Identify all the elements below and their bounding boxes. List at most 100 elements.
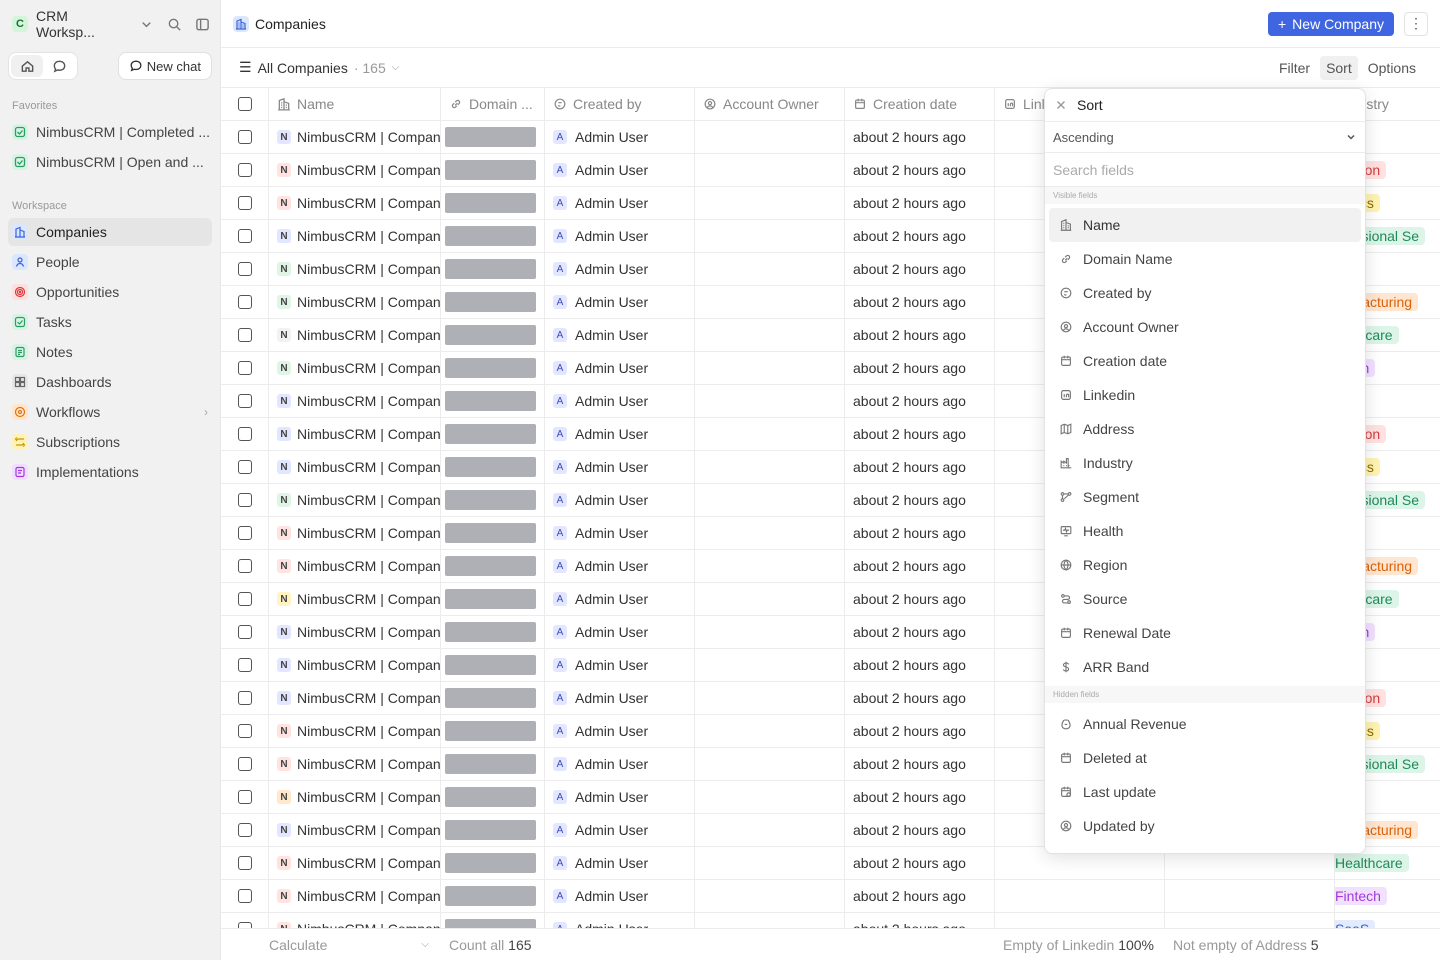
company-name-cell[interactable]: N NimbusCRM | Compan...: [269, 748, 441, 780]
created-by-cell[interactable]: A Admin User: [545, 715, 695, 747]
domain-cell[interactable]: [441, 385, 545, 417]
sidebar-item-subscriptions[interactable]: Subscriptions: [8, 428, 212, 456]
creation-date-cell[interactable]: about 2 hours ago: [845, 715, 995, 747]
sort-field-updated-by[interactable]: Updated by: [1049, 809, 1361, 843]
chevron-right-icon[interactable]: ›: [204, 405, 208, 419]
row-checkbox[interactable]: [221, 517, 269, 549]
row-checkbox[interactable]: [221, 484, 269, 516]
creation-date-cell[interactable]: about 2 hours ago: [845, 418, 995, 450]
row-checkbox[interactable]: [221, 154, 269, 186]
created-by-cell[interactable]: A Admin User: [545, 781, 695, 813]
account-owner-cell[interactable]: [695, 418, 845, 450]
domain-cell[interactable]: [441, 187, 545, 219]
creation-date-cell[interactable]: about 2 hours ago: [845, 385, 995, 417]
industry-cell[interactable]: Fintech: [1335, 880, 1440, 912]
created-by-cell[interactable]: A Admin User: [545, 484, 695, 516]
created-by-cell[interactable]: A Admin User: [545, 682, 695, 714]
account-owner-cell[interactable]: [695, 616, 845, 648]
creation-date-cell[interactable]: about 2 hours ago: [845, 847, 995, 879]
account-owner-cell[interactable]: [695, 253, 845, 285]
created-by-cell[interactable]: A Admin User: [545, 451, 695, 483]
account-owner-cell[interactable]: [695, 517, 845, 549]
creation-date-cell[interactable]: about 2 hours ago: [845, 649, 995, 681]
row-checkbox[interactable]: [221, 385, 269, 417]
sort-field-linkedin[interactable]: Linkedin: [1049, 378, 1361, 412]
account-owner-cell[interactable]: [695, 154, 845, 186]
company-name-cell[interactable]: N NimbusCRM | Compan...: [269, 319, 441, 351]
created-by-cell[interactable]: A Admin User: [545, 517, 695, 549]
creation-date-cell[interactable]: about 2 hours ago: [845, 583, 995, 615]
row-checkbox[interactable]: [221, 715, 269, 747]
chat-icon[interactable]: [43, 55, 75, 77]
company-name-cell[interactable]: N NimbusCRM | Compan...: [269, 847, 441, 879]
view-picker[interactable]: ☰ All Companies · 165 ⌵: [239, 59, 399, 76]
sidebar-item-notes[interactable]: Notes: [8, 338, 212, 366]
creation-date-cell[interactable]: about 2 hours ago: [845, 616, 995, 648]
sort-field-domain-name[interactable]: Domain Name: [1049, 242, 1361, 276]
account-owner-cell[interactable]: [695, 187, 845, 219]
domain-cell[interactable]: [441, 847, 545, 879]
company-name-cell[interactable]: N NimbusCRM | Compan...: [269, 715, 441, 747]
row-checkbox[interactable]: [221, 451, 269, 483]
chevron-down-icon[interactable]: [136, 14, 156, 34]
account-owner-cell[interactable]: [695, 286, 845, 318]
sidebar-toggle-icon[interactable]: [192, 14, 212, 34]
calculate-button[interactable]: Calculate ⌵: [221, 937, 441, 953]
company-name-cell[interactable]: N NimbusCRM | Compan...: [269, 385, 441, 417]
sort-field-industry[interactable]: Industry: [1049, 446, 1361, 480]
row-checkbox[interactable]: [221, 814, 269, 846]
account-owner-cell[interactable]: [695, 583, 845, 615]
domain-cell[interactable]: [441, 352, 545, 384]
created-by-cell[interactable]: A Admin User: [545, 286, 695, 318]
more-options-icon[interactable]: ⋮: [1404, 11, 1428, 36]
company-name-cell[interactable]: N NimbusCRM | Compan...: [269, 187, 441, 219]
row-checkbox[interactable]: [221, 682, 269, 714]
creation-date-cell[interactable]: about 2 hours ago: [845, 814, 995, 846]
company-name-cell[interactable]: N NimbusCRM | Compan...: [269, 121, 441, 153]
select-all-checkbox[interactable]: [221, 88, 269, 120]
sidebar-item-dashboards[interactable]: Dashboards: [8, 368, 212, 396]
sidebar-item-workflows[interactable]: Workflows ›: [8, 398, 212, 426]
sort-field-last-update[interactable]: Last update: [1049, 775, 1361, 809]
address-cell[interactable]: [1165, 880, 1335, 912]
row-checkbox[interactable]: [221, 418, 269, 450]
company-name-cell[interactable]: N NimbusCRM | Compan...: [269, 583, 441, 615]
domain-cell[interactable]: [441, 616, 545, 648]
created-by-cell[interactable]: A Admin User: [545, 121, 695, 153]
company-name-cell[interactable]: N NimbusCRM | Compan...: [269, 616, 441, 648]
domain-cell[interactable]: [441, 517, 545, 549]
company-name-cell[interactable]: N NimbusCRM | Compan...: [269, 220, 441, 252]
sort-field-arr-band[interactable]: ARR Band: [1049, 650, 1361, 684]
sort-button[interactable]: Sort: [1320, 55, 1358, 80]
table-row[interactable]: N NimbusCRM | Compan... A Admin User about 2…: [221, 880, 1440, 913]
new-chat-button[interactable]: New chat: [117, 52, 212, 80]
account-owner-cell[interactable]: [695, 748, 845, 780]
domain-cell[interactable]: [441, 682, 545, 714]
domain-cell[interactable]: [441, 286, 545, 318]
creation-date-cell[interactable]: about 2 hours ago: [845, 253, 995, 285]
sort-field-name[interactable]: Name: [1049, 208, 1361, 242]
created-by-cell[interactable]: A Admin User: [545, 220, 695, 252]
created-by-cell[interactable]: A Admin User: [545, 253, 695, 285]
created-by-cell[interactable]: A Admin User: [545, 880, 695, 912]
row-checkbox[interactable]: [221, 121, 269, 153]
company-name-cell[interactable]: N NimbusCRM | Compan...: [269, 550, 441, 582]
row-checkbox[interactable]: [221, 880, 269, 912]
sort-field-renewal-date[interactable]: Renewal Date: [1049, 616, 1361, 650]
sort-search-input[interactable]: Search fields: [1045, 153, 1365, 187]
row-checkbox[interactable]: [221, 616, 269, 648]
creation-date-cell[interactable]: about 2 hours ago: [845, 154, 995, 186]
creation-date-cell[interactable]: about 2 hours ago: [845, 319, 995, 351]
creation-date-cell[interactable]: about 2 hours ago: [845, 682, 995, 714]
sort-field-segment[interactable]: Segment: [1049, 480, 1361, 514]
domain-cell[interactable]: [441, 880, 545, 912]
row-checkbox[interactable]: [221, 748, 269, 780]
company-name-cell[interactable]: N NimbusCRM | Compan...: [269, 154, 441, 186]
creation-date-cell[interactable]: about 2 hours ago: [845, 880, 995, 912]
sidebar-item-people[interactable]: People: [8, 248, 212, 276]
created-by-cell[interactable]: A Admin User: [545, 385, 695, 417]
account-owner-cell[interactable]: [695, 715, 845, 747]
domain-cell[interactable]: [441, 319, 545, 351]
domain-cell[interactable]: [441, 649, 545, 681]
search-icon[interactable]: [164, 14, 184, 34]
